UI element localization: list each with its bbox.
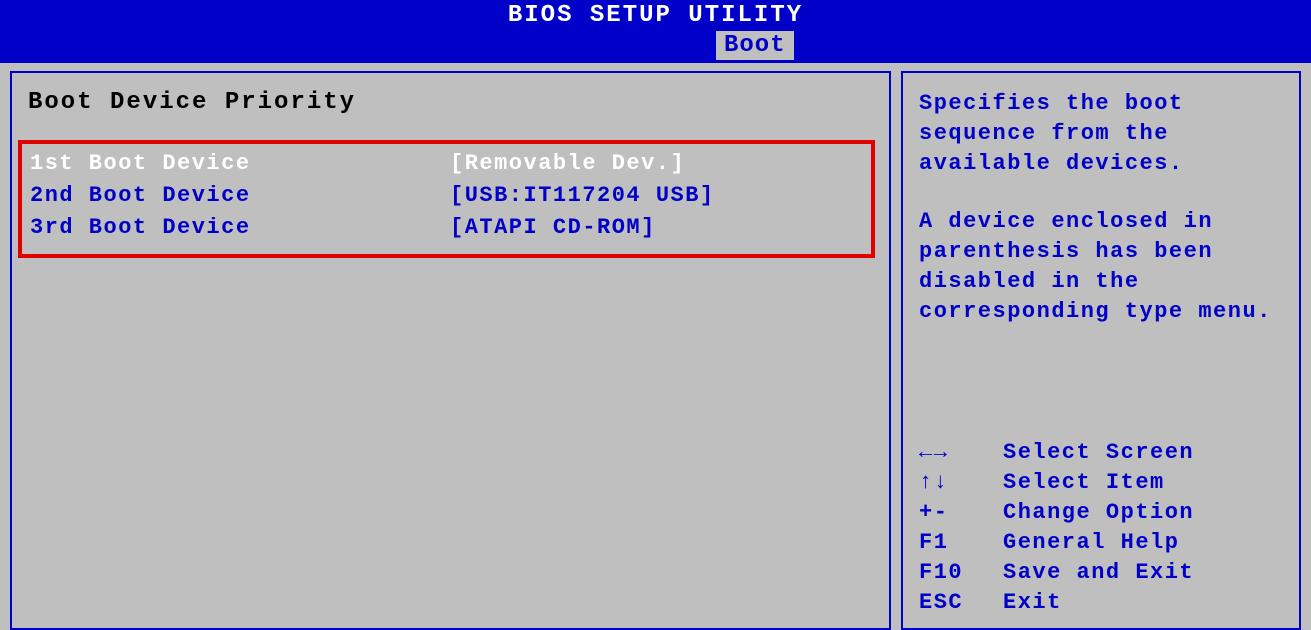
help-panel: Specifies the boot sequence from the ava… bbox=[901, 71, 1301, 630]
tab-boot[interactable]: Boot bbox=[716, 31, 794, 60]
key-desc-general-help: General Help bbox=[1003, 528, 1289, 558]
boot-device-list: 1st Boot Device [Removable Dev.] 2nd Boo… bbox=[18, 140, 875, 258]
key-f10-label: F10 bbox=[919, 558, 1003, 588]
key-desc-save-exit: Save and Exit bbox=[1003, 558, 1289, 588]
content-area: Boot Device Priority 1st Boot Device [Re… bbox=[0, 63, 1311, 630]
boot-item-1-value: [Removable Dev.] bbox=[450, 148, 863, 180]
bios-title-bar: BIOS SETUP UTILITY bbox=[0, 0, 1311, 31]
arrows-up-down-icon: ↑↓ bbox=[919, 468, 1003, 498]
boot-item-1-label: 1st Boot Device bbox=[30, 148, 450, 180]
section-title: Boot Device Priority bbox=[28, 89, 879, 116]
arrows-left-right-icon: ←→ bbox=[919, 438, 1003, 468]
key-desc-select-screen: Select Screen bbox=[1003, 438, 1289, 468]
key-f1-label: F1 bbox=[919, 528, 1003, 558]
key-desc-select-item: Select Item bbox=[1003, 468, 1289, 498]
key-esc-label: ESC bbox=[919, 588, 1003, 618]
boot-item-2-label: 2nd Boot Device bbox=[30, 180, 450, 212]
key-hint-select-item: ↑↓ Select Item bbox=[919, 468, 1289, 498]
key-hints: ←→ Select Screen ↑↓ Select Item +- Chang… bbox=[919, 438, 1289, 618]
key-desc-change-option: Change Option bbox=[1003, 498, 1289, 528]
boot-item-3-value: [ATAPI CD-ROM] bbox=[450, 212, 863, 244]
boot-item-2-value: [USB:IT117204 USB] bbox=[450, 180, 863, 212]
bios-title: BIOS SETUP UTILITY bbox=[508, 2, 803, 29]
key-hint-change-option: +- Change Option bbox=[919, 498, 1289, 528]
help-text: Specifies the boot sequence from the ava… bbox=[919, 89, 1289, 355]
main-panel: Boot Device Priority 1st Boot Device [Re… bbox=[10, 71, 891, 630]
boot-item-3[interactable]: 3rd Boot Device [ATAPI CD-ROM] bbox=[30, 212, 863, 244]
key-hint-general-help: F1 General Help bbox=[919, 528, 1289, 558]
help-paragraph-2: A device enclosed in parenthesis has bee… bbox=[919, 207, 1289, 327]
key-desc-exit: Exit bbox=[1003, 588, 1289, 618]
tab-bar: Boot bbox=[0, 31, 1311, 63]
key-hint-save-exit: F10 Save and Exit bbox=[919, 558, 1289, 588]
tab-boot-label: Boot bbox=[724, 32, 786, 59]
boot-item-1[interactable]: 1st Boot Device [Removable Dev.] bbox=[30, 148, 863, 180]
boot-item-3-label: 3rd Boot Device bbox=[30, 212, 450, 244]
key-hint-select-screen: ←→ Select Screen bbox=[919, 438, 1289, 468]
help-paragraph-1: Specifies the boot sequence from the ava… bbox=[919, 89, 1289, 179]
plus-minus-icon: +- bbox=[919, 498, 1003, 528]
boot-item-2[interactable]: 2nd Boot Device [USB:IT117204 USB] bbox=[30, 180, 863, 212]
key-hint-exit: ESC Exit bbox=[919, 588, 1289, 618]
